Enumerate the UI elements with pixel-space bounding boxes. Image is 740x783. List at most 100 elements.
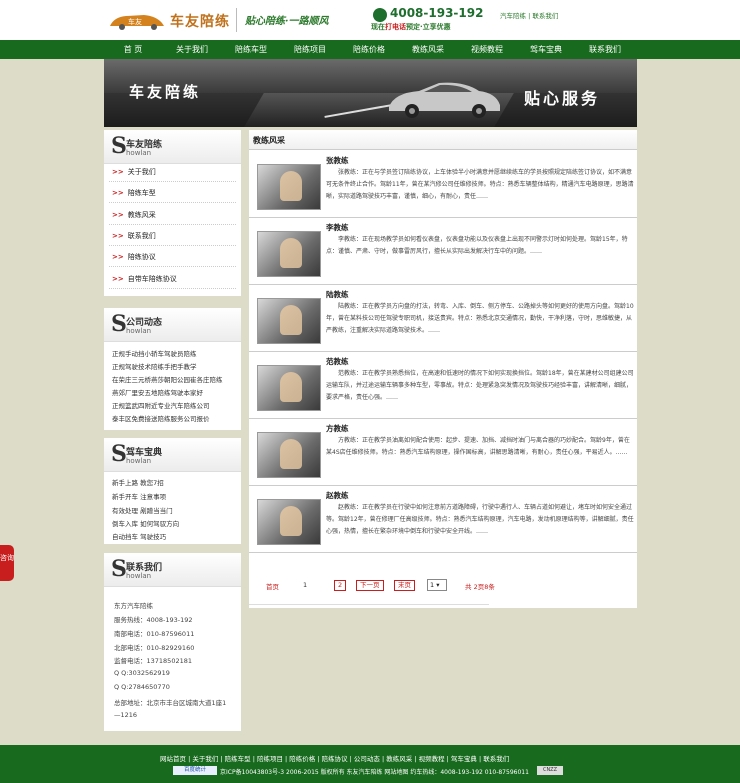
consult-float-button[interactable]: 咨询 [0,545,14,581]
page-title: 教练风采 [253,136,285,145]
coach-name[interactable]: 赵教练 [326,490,349,501]
sidebar-item-car-models[interactable]: >> 陪练车型 [109,183,236,203]
nav-videos[interactable]: 视频教程 [461,40,513,59]
news-item[interactable]: 正规手动挡小轿车驾驶员陪练 [112,348,197,358]
news-item[interactable]: 燕郊厂里安五地陪练驾驶本家好 [112,387,203,397]
arrow-icon: >> [112,189,124,197]
sidebar-about-header: S 车友陪练 howlan [104,130,241,164]
pager-next[interactable]: 下一页 [356,580,384,591]
coach-card: 李教练 李教练：正在现场教学员如何看仪表盘，仪表盘功能以及仪表盘上出现不同警示灯… [249,218,637,285]
baidu-stats-badge[interactable]: 百度统计 [173,766,217,775]
coach-name[interactable]: 范教练 [326,356,349,367]
pager-total: 共 2页8条 [465,583,495,591]
sidebar-item-about[interactable]: >> 关于我们 [109,162,236,182]
car-logo-icon: 车友 [110,15,164,30]
arrow-icon: >> [112,232,124,240]
top-links[interactable]: 汽车陪练 | 联系我们 [500,10,558,20]
news-item[interactable]: 在荣庄三元桥燕莎朝阳公园崔各庄陪练 [112,374,223,384]
hotline-number: 4008-193-192 [390,6,484,20]
coach-photo[interactable] [257,432,321,478]
nav-car-models[interactable]: 陪练车型 [225,40,277,59]
phone-icon [373,8,387,22]
coach-card: 陆教练 陆教练：正在教学员方向盘的打法，转弯、入库、倒车、侧方停车、公路掉头等如… [249,285,637,352]
arrow-icon: >> [112,253,124,261]
nav-projects[interactable]: 陪练项目 [284,40,336,59]
sidebar-news-header: S 公司动态 howlan [104,308,241,342]
news-item[interactable]: 正规篮武四附近专业汽车陪练公司 [112,400,210,410]
arrow-icon: >> [112,275,124,283]
logo-text: 车友陪练 [170,14,230,30]
footer-copyright: 京ICP备10043803号-3 2006-2015 版权所有 东友汽车陪练 网… [220,769,529,776]
contact-qq-1[interactable]: Q Q:3032562919 [114,669,170,677]
site-footer: 网站首页 | 关于我们 | 陪练车型 | 陪练项目 | 陪练价格 | 陪练协议 … [0,745,740,783]
news-item[interactable]: 泰丰区免费接送陪练服务公司报价 [112,413,210,423]
coach-card: 赵教练 赵教练：正在教学员在行驶中如何注意前方道路障碍，行驶中遇行人、车辆占道如… [249,486,637,553]
nav-contact[interactable]: 联系我们 [579,40,631,59]
sidebar-item-contact[interactable]: >> 联系我们 [109,226,236,246]
contact-supervision-phone: 监督电话：13718502181 [114,657,192,665]
coach-desc: 张教练：正在与学员签订陪练协议，上车体验半小时满意并愿继续练车的学员按照规定陪练… [326,169,634,200]
sidebar-item-agreement[interactable]: >> 陪练协议 [109,247,236,267]
s-letter-icon: S [111,311,127,337]
coach-photo[interactable] [257,231,321,277]
site-header: 车友 车友陪练 贴心陪练·一路顺风 4008-193-192 现在打电话预定·立… [0,0,740,40]
s-letter-icon: S [111,133,127,159]
footer-links[interactable]: 网站首页 | 关于我们 | 陪练车型 | 陪练项目 | 陪练价格 | 陪练协议 … [160,753,509,763]
pager-last[interactable]: 末页 [394,580,415,591]
main-content: 教练风采 张教练 张教练：正在与学员签订陪练协议，上车体验半小时满意并愿继续练车… [249,130,637,608]
coach-desc: 李教练：正在现场教学员如何看仪表盘，仪表盘功能以及仪表盘上出现不同警示灯时如何处… [326,236,628,255]
coach-desc: 陆教练：正在教学员方向盘的打法，转弯、入库、倒车、侧方停车、公路掉头等如何更好的… [326,303,634,334]
pager-first[interactable]: 首页 [266,581,279,591]
nav-guide[interactable]: 驾车宝典 [520,40,572,59]
arrow-icon: >> [112,168,124,176]
header-divider [236,8,237,32]
guide-item[interactable]: 有效处理 剐蹭当当门 [112,505,173,515]
arrow-icon: >> [112,211,124,219]
coach-card: 范教练 范教练：正在教学员熟悉挡位，在高速和低速时的情况下如何实现换挡位。驾龄1… [249,352,637,419]
hotline-promo: 现在打电话预定·立享优惠 [371,23,451,31]
coach-name[interactable]: 陆教练 [326,289,349,300]
site-logo[interactable]: 车友 车友陪练 [108,6,233,34]
s-letter-icon: S [111,556,127,582]
main-nav: 首 页 关于我们 陪练车型 陪练项目 陪练价格 教练风采 视频教程 驾车宝典 联… [0,40,740,59]
sidebar-contact-box: S 联系我们 howlan 东方汽车陪练 服务热线：4008-193-192 南… [104,553,241,731]
nav-coaches[interactable]: 教练风采 [402,40,454,59]
sidebar-item-own-car-agreement[interactable]: >> 自带车陪练协议 [109,269,236,289]
coach-name[interactable]: 方教练 [326,423,349,434]
pager-select[interactable]: 1 ▾ [427,579,447,591]
sidebar-guide-box: S 驾车宝典 howlan 新手上路 教您7招 新手开车 注意事项 有效处理 剐… [104,438,241,544]
coach-photo[interactable] [257,298,321,344]
coach-photo[interactable] [257,365,321,411]
contact-south-phone: 南部电话：010-87596011 [114,630,195,638]
guide-item[interactable]: 自动挡车 驾驶技巧 [112,531,166,541]
contact-address: 总部地址：北京市丰台区城南大道1座1 [114,699,227,707]
pagination: 首页 1 2 下一页 末页 1 ▾ 共 2页8条 [249,578,637,594]
coach-desc: 赵教练：正在教学员在行驶中如何注意前方道路障碍，行驶中遇行人、车辆占道如何避让，… [326,504,634,535]
contact-hotline: 服务热线：4008-193-192 [114,616,193,624]
hero-banner: 车友陪练 贴心服务 [104,59,637,127]
contact-qq-2[interactable]: Q Q:2784650770 [114,683,170,691]
contact-address-cont: —1216 [114,711,138,719]
nav-prices[interactable]: 陪练价格 [343,40,395,59]
contact-north-phone: 北部电话：010-82929160 [114,644,195,652]
nav-home[interactable]: 首 页 [108,40,158,59]
main-bottom-rule [249,604,489,605]
s-letter-icon: S [111,441,127,467]
pager-page-2[interactable]: 2 [334,580,347,591]
guide-item[interactable]: 倒车入库 如何驾驭方向 [112,518,179,528]
coach-name[interactable]: 张教练 [326,155,349,166]
logo-car-text: 车友 [128,17,142,26]
sidebar-about-box: S 车友陪练 howlan >> 关于我们 >> 陪练车型 >> 教练风采 >> 联系我… [104,130,241,296]
coach-photo[interactable] [257,499,321,545]
coach-name[interactable]: 李教练 [326,222,349,233]
nav-about[interactable]: 关于我们 [166,40,218,59]
main-header: 教练风采 [249,130,637,150]
news-item[interactable]: 正规驾驶技术陪练手把手教学 [112,361,197,371]
sidebar-item-coaches[interactable]: >> 教练风采 [109,205,236,225]
slogan: 贴心陪练·一路顺风 [245,16,329,27]
guide-item[interactable]: 新手上路 教您7招 [112,477,164,487]
contact-company: 东方汽车陪练 [114,602,153,610]
cnzz-badge[interactable]: CNZZ [537,766,563,775]
coach-photo[interactable] [257,164,321,210]
guide-item[interactable]: 新手开车 注意事项 [112,491,166,501]
